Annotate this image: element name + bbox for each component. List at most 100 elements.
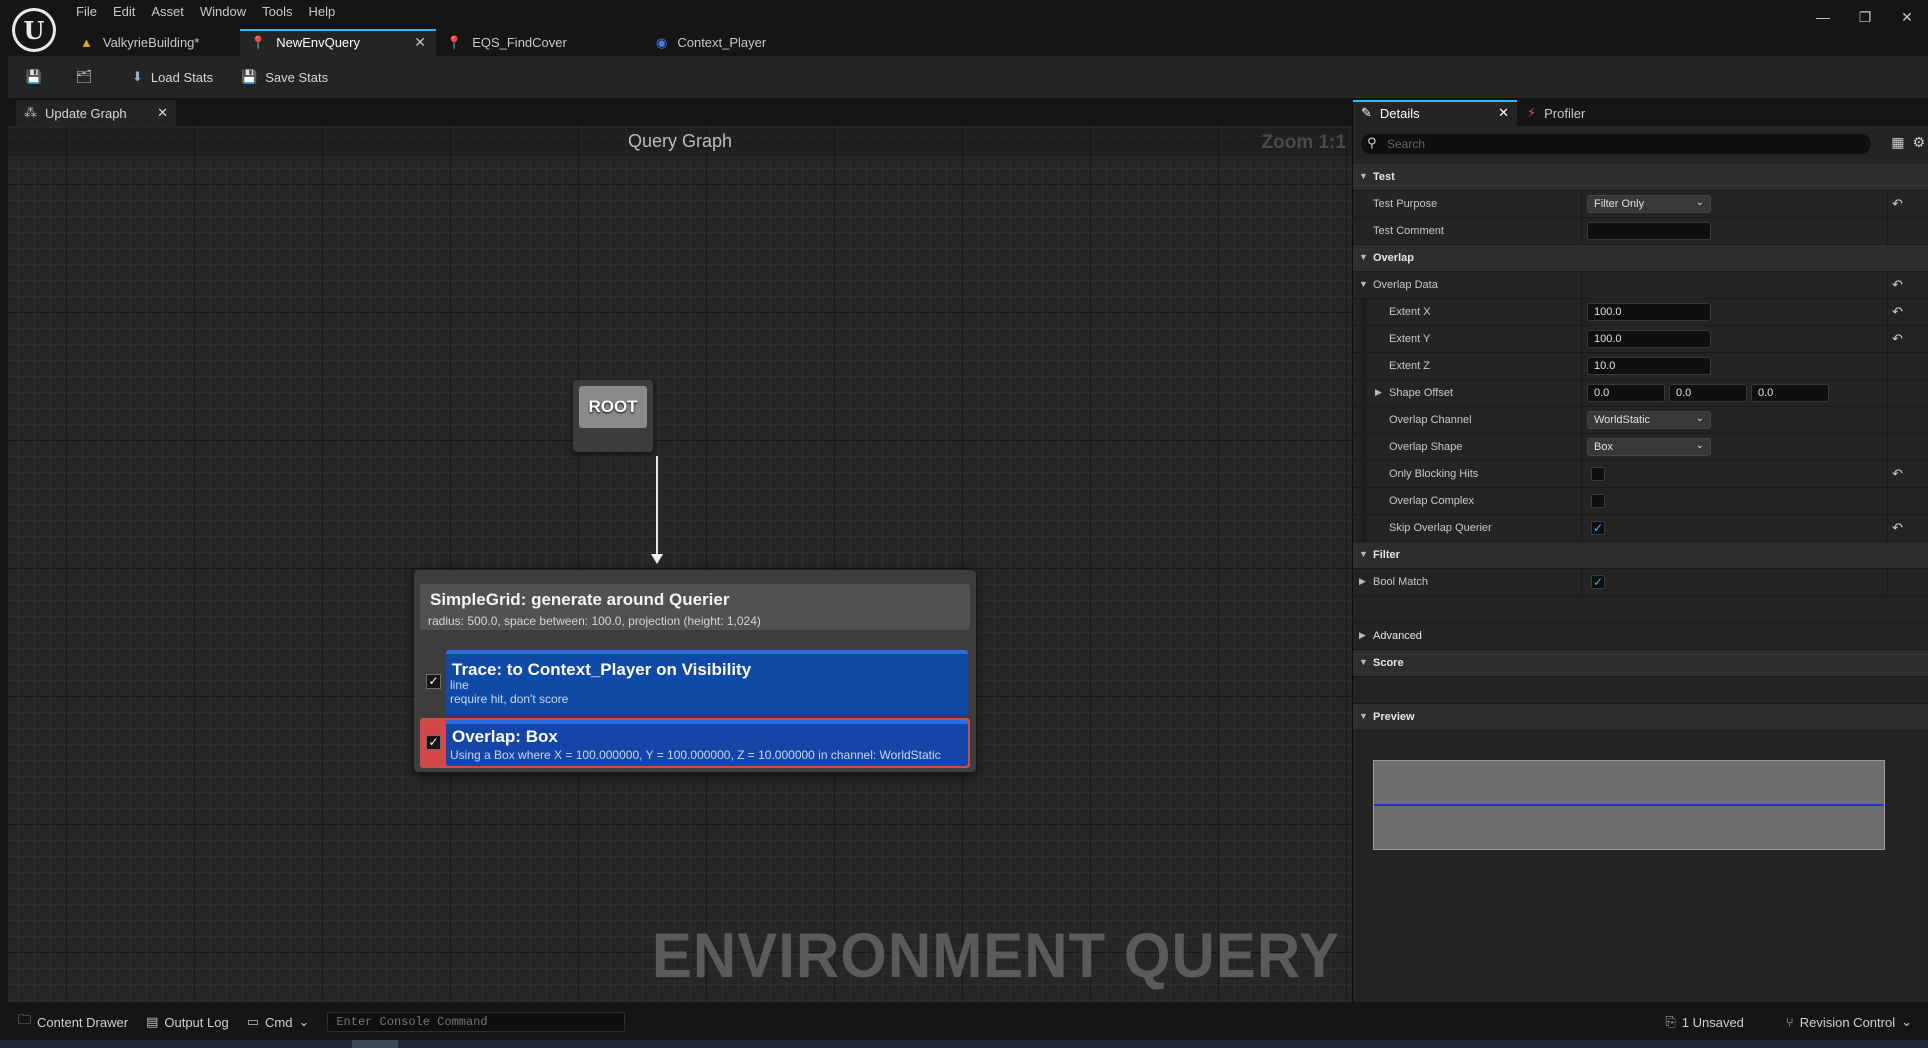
test-comment-input[interactable] — [1587, 222, 1711, 240]
menu-tools[interactable]: Tools — [258, 3, 304, 22]
expand-arrow-icon: ▼ — [1359, 549, 1368, 559]
content-drawer-button[interactable]: 🗀 Content Drawer — [18, 1011, 128, 1033]
reset-to-default-icon[interactable]: ↶ — [1892, 520, 1903, 536]
section-label: Filter — [1373, 549, 1400, 561]
query-graph-canvas[interactable]: Query Graph Zoom 1:1 ROOT SimpleGrid: ge… — [8, 126, 1352, 1002]
browse-asset-icon[interactable]: 🗂 — [74, 67, 94, 87]
save-stats-button[interactable]: 💾 Save Stats — [241, 69, 328, 85]
revision-control-label: Revision Control — [1799, 1014, 1896, 1030]
left-edge — [0, 56, 8, 1004]
section-label: Score — [1373, 657, 1404, 669]
skip-overlap-querier-checkbox[interactable]: ✓ — [1591, 521, 1605, 535]
shape-offset-y-input[interactable]: 0.0 — [1669, 384, 1747, 402]
test-node-trace[interactable]: ✓ Trace: to Context_Player on Visibility… — [420, 650, 970, 716]
shape-offset-x-input[interactable]: 0.0 — [1587, 384, 1665, 402]
tab-context-player[interactable]: ◉ Context_Player — [646, 29, 846, 56]
details-body: ⚲ ▦ ⚙ ▼ Test Test Purpose Filter Only ⌄ … — [1353, 126, 1928, 1002]
tab-label: NewEnvQuery — [276, 35, 360, 50]
reset-to-default-icon[interactable]: ↶ — [1892, 331, 1903, 347]
reset-to-default-icon[interactable]: ↶ — [1892, 304, 1903, 320]
connection-arrow-icon — [651, 554, 663, 564]
revision-control-button[interactable]: ⑂ Revision Control ⌄ — [1786, 1014, 1912, 1030]
tab-update-graph[interactable]: ⁂ Update Graph ✕ — [16, 100, 176, 126]
expand-arrow-icon[interactable]: ▼ — [1359, 279, 1368, 289]
tab-valkyrie-building[interactable]: ▲ ValkyrieBuilding* — [70, 29, 240, 56]
unsaved-label: 1 Unsaved — [1681, 1014, 1744, 1030]
unsaved-button[interactable]: ⎘ 1 Unsaved — [1665, 1014, 1744, 1030]
section-preview[interactable]: ▼ Preview — [1353, 704, 1928, 731]
expand-arrow-icon: ▶ — [1359, 630, 1366, 640]
menu-window[interactable]: Window — [196, 3, 258, 22]
cmd-label: Cmd — [264, 1014, 293, 1030]
cmd-dropdown[interactable]: ▭ Cmd ⌄ — [247, 1014, 310, 1030]
test-purpose-dropdown[interactable]: Filter Only ⌄ — [1587, 195, 1711, 213]
menu-asset[interactable]: Asset — [147, 3, 196, 22]
menu-edit[interactable]: Edit — [109, 3, 147, 22]
search-box[interactable]: ⚲ — [1361, 134, 1871, 154]
close-tab-icon[interactable]: ✕ — [1498, 105, 1509, 121]
prop-label: Skip Overlap Querier — [1389, 522, 1492, 534]
tab-label: ValkyrieBuilding* — [102, 35, 200, 50]
output-log-button[interactable]: ▤ Output Log — [146, 1014, 229, 1030]
graph-title: Query Graph — [8, 128, 1352, 156]
console-command-input[interactable] — [327, 1012, 626, 1032]
extent-y-input[interactable]: 100.0 — [1587, 330, 1711, 348]
reset-to-default-icon[interactable]: ↶ — [1892, 196, 1903, 212]
tab-details[interactable]: ✎ Details ✕ — [1353, 100, 1517, 126]
table-view-icon[interactable]: ▦ — [1891, 134, 1904, 151]
overlap-channel-dropdown[interactable]: WorldStatic ⌄ — [1587, 411, 1711, 429]
overlap-complex-checkbox[interactable] — [1591, 494, 1605, 508]
section-overlap[interactable]: ▼ Overlap — [1353, 245, 1928, 272]
connection-wire — [656, 456, 658, 560]
reset-to-default-icon[interactable]: ↶ — [1892, 277, 1903, 293]
minimize-button[interactable]: — — [1802, 0, 1844, 34]
output-log-label: Output Log — [164, 1014, 229, 1030]
section-filter[interactable]: ▼ Filter — [1353, 542, 1928, 569]
pencil-icon: ✎ — [1361, 105, 1372, 120]
menu-help[interactable]: Help — [304, 3, 347, 22]
prop-skip-overlap-querier: Skip Overlap Querier ✓ ↶ — [1353, 515, 1928, 542]
restore-button[interactable]: ❐ — [1844, 0, 1886, 34]
expand-arrow-icon[interactable]: ▶ — [1375, 387, 1382, 398]
save-icon[interactable]: 💾 — [24, 67, 44, 87]
tab-profiler[interactable]: ⚡ Profiler — [1519, 100, 1619, 126]
bool-match-checkbox[interactable]: ✓ — [1591, 575, 1605, 589]
section-test[interactable]: ▼ Test — [1353, 164, 1928, 191]
tab-eqs-find-cover[interactable]: 📍 EQS_FindCover — [436, 29, 646, 56]
zoom-label: Zoom 1:1 — [1261, 132, 1346, 153]
only-blocking-hits-checkbox[interactable] — [1591, 467, 1605, 481]
chevron-down-icon: ⌄ — [298, 1014, 310, 1029]
graph-tab-bar: ⁂ Update Graph ✕ — [8, 100, 1352, 126]
generator-title: SimpleGrid: generate around Querier — [430, 590, 730, 609]
reset-to-default-icon[interactable]: ↶ — [1892, 466, 1903, 482]
close-tab-icon[interactable]: ✕ — [414, 34, 426, 51]
tab-new-env-query[interactable]: 📍 NewEnvQuery ✕ — [240, 29, 436, 56]
close-tab-icon[interactable]: ✕ — [157, 105, 168, 121]
shape-offset-z-input[interactable]: 0.0 — [1751, 384, 1829, 402]
extent-x-input[interactable]: 100.0 — [1587, 303, 1711, 321]
close-window-button[interactable]: ✕ — [1886, 0, 1928, 34]
load-stats-button[interactable]: ⬇ Load Stats — [132, 69, 213, 85]
tab-label: Context_Player — [677, 35, 767, 50]
blueprint-icon: ◉ — [656, 34, 668, 50]
overlap-shape-dropdown[interactable]: Box ⌄ — [1587, 438, 1711, 456]
prop-overlap-data[interactable]: ▼ Overlap Data ↶ — [1353, 272, 1928, 299]
unreal-logo-icon[interactable]: U — [12, 8, 56, 52]
section-score[interactable]: ▼ Score — [1353, 650, 1928, 677]
section-advanced[interactable]: ▶ Advanced — [1353, 623, 1928, 650]
save-stats-icon: 💾 — [241, 69, 258, 84]
test-enabled-checkbox[interactable]: ✓ — [426, 674, 441, 689]
extent-z-input[interactable]: 10.0 — [1587, 357, 1711, 375]
prop-label: Extent X — [1389, 306, 1431, 318]
prop-overlap-shape: Overlap Shape Box ⌄ — [1353, 434, 1928, 461]
root-node[interactable]: ROOT — [573, 380, 653, 452]
search-input[interactable] — [1387, 136, 1857, 152]
test-enabled-checkbox[interactable]: ✓ — [426, 735, 441, 750]
settings-gear-icon[interactable]: ⚙ — [1912, 134, 1925, 151]
expand-arrow-icon[interactable]: ▶ — [1359, 576, 1366, 587]
prop-label: Overlap Complex — [1389, 495, 1474, 507]
menu-file[interactable]: File — [72, 3, 109, 22]
generator-node[interactable]: SimpleGrid: generate around Querier radi… — [414, 570, 976, 772]
test-node-overlap[interactable]: ✓ Overlap: Box Using a Box where X = 100… — [420, 718, 970, 768]
tab-label: EQS_FindCover — [472, 35, 567, 50]
